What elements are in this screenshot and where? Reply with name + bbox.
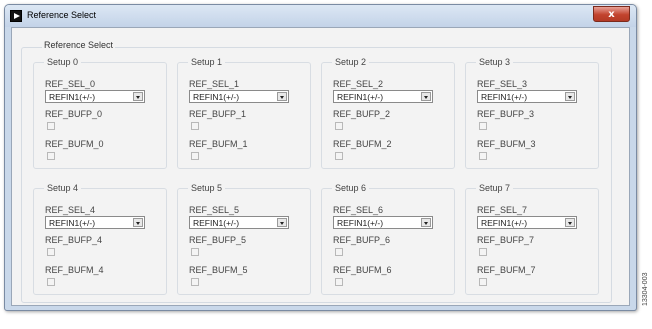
ref-sel-label: REF_SEL_4 — [45, 205, 96, 215]
ref-bufm-label: REF_BUFM_5 — [189, 265, 248, 275]
group-label: Reference Select — [42, 40, 116, 50]
ref-bufp-checkbox[interactable] — [47, 122, 55, 130]
setup-group-2: Setup 2 REF_SEL_2 REFIN1(+/-) REF_BUFP_2… — [321, 57, 455, 169]
ref-bufm-checkbox[interactable] — [479, 278, 487, 286]
ref-sel-value: REFIN1(+/-) — [49, 92, 96, 102]
ref-sel-dropdown[interactable]: REFIN1(+/-) — [189, 216, 289, 229]
ref-bufp-checkbox[interactable] — [335, 122, 343, 130]
ref-bufm-checkbox[interactable] — [335, 152, 343, 160]
setup-title: Setup 2 — [332, 57, 370, 67]
setup-group-7: Setup 7 REF_SEL_7 REFIN1(+/-) REF_BUFP_7… — [465, 183, 599, 295]
ref-sel-dropdown[interactable]: REFIN1(+/-) — [45, 90, 145, 103]
ref-bufm-checkbox[interactable] — [47, 278, 55, 286]
ref-bufp-label: REF_BUFP_2 — [333, 109, 391, 119]
ref-bufm-checkbox[interactable] — [191, 152, 199, 160]
ref-bufm-label: REF_BUFM_6 — [333, 265, 392, 275]
ref-sel-value: REFIN1(+/-) — [193, 92, 240, 102]
setup-group-1: Setup 1 REF_SEL_1 REFIN1(+/-) REF_BUFP_1… — [177, 57, 311, 169]
ref-bufm-checkbox[interactable] — [47, 152, 55, 160]
ref-bufm-label: REF_BUFM_3 — [477, 139, 536, 149]
setup-title: Setup 5 — [188, 183, 226, 193]
setup-group-6: Setup 6 REF_SEL_6 REFIN1(+/-) REF_BUFP_6… — [321, 183, 455, 295]
ref-bufp-checkbox[interactable] — [191, 122, 199, 130]
ref-bufp-label: REF_BUFP_4 — [45, 235, 103, 245]
chevron-down-icon[interactable] — [565, 218, 575, 227]
ref-sel-dropdown[interactable]: REFIN1(+/-) — [333, 216, 433, 229]
ref-sel-label: REF_SEL_0 — [45, 79, 96, 89]
ref-sel-dropdown[interactable]: REFIN1(+/-) — [333, 90, 433, 103]
chevron-down-icon[interactable] — [133, 92, 143, 101]
window-title: Reference Select — [27, 10, 97, 20]
setup-group-3: Setup 3 REF_SEL_3 REFIN1(+/-) REF_BUFP_3… — [465, 57, 599, 169]
ref-sel-value: REFIN1(+/-) — [481, 92, 528, 102]
ref-sel-label: REF_SEL_7 — [477, 205, 528, 215]
setup-title: Setup 7 — [476, 183, 514, 193]
figure-id: 13304-003 — [642, 272, 649, 306]
ref-bufm-checkbox[interactable] — [191, 278, 199, 286]
ref-sel-value: REFIN1(+/-) — [337, 218, 384, 228]
ref-sel-dropdown[interactable]: REFIN1(+/-) — [477, 216, 577, 229]
chevron-down-icon[interactable] — [421, 92, 431, 101]
ref-bufp-label: REF_BUFP_7 — [477, 235, 535, 245]
ref-bufm-label: REF_BUFM_2 — [333, 139, 392, 149]
reference-select-window: Reference Select x Reference Select Setu… — [4, 4, 637, 311]
ref-bufm-label: REF_BUFM_0 — [45, 139, 104, 149]
ref-bufm-label: REF_BUFM_7 — [477, 265, 536, 275]
chevron-down-icon[interactable] — [565, 92, 575, 101]
ref-bufm-label: REF_BUFM_4 — [45, 265, 104, 275]
setup-title: Setup 4 — [44, 183, 82, 193]
chevron-down-icon[interactable] — [277, 218, 287, 227]
ref-sel-label: REF_SEL_6 — [333, 205, 384, 215]
client-area: Reference Select Setup 0 REF_SEL_0 REFIN… — [11, 27, 630, 306]
ref-bufp-label: REF_BUFP_1 — [189, 109, 247, 119]
ref-bufp-checkbox[interactable] — [479, 122, 487, 130]
ref-sel-dropdown[interactable]: REFIN1(+/-) — [189, 90, 289, 103]
ref-sel-value: REFIN1(+/-) — [337, 92, 384, 102]
ref-bufp-checkbox[interactable] — [335, 248, 343, 256]
close-button[interactable]: x — [593, 6, 630, 22]
ref-sel-value: REFIN1(+/-) — [481, 218, 528, 228]
setup-group-0: Setup 0 REF_SEL_0 REFIN1(+/-) REF_BUFP_0… — [33, 57, 167, 169]
setup-title: Setup 6 — [332, 183, 370, 193]
chevron-down-icon[interactable] — [277, 92, 287, 101]
ref-sel-value: REFIN1(+/-) — [193, 218, 240, 228]
ref-bufm-checkbox[interactable] — [479, 152, 487, 160]
ref-bufp-checkbox[interactable] — [191, 248, 199, 256]
ref-bufp-label: REF_BUFP_5 — [189, 235, 247, 245]
ref-sel-label: REF_SEL_1 — [189, 79, 240, 89]
setup-title: Setup 0 — [44, 57, 82, 67]
ref-bufp-label: REF_BUFP_0 — [45, 109, 103, 119]
ref-bufp-label: REF_BUFP_6 — [333, 235, 391, 245]
title-bar[interactable]: Reference Select x — [5, 5, 636, 27]
chevron-down-icon[interactable] — [421, 218, 431, 227]
ref-sel-value: REFIN1(+/-) — [49, 218, 96, 228]
ref-sel-label: REF_SEL_2 — [333, 79, 384, 89]
setup-title: Setup 1 — [188, 57, 226, 67]
ref-bufp-checkbox[interactable] — [47, 248, 55, 256]
setup-title: Setup 3 — [476, 57, 514, 67]
ref-sel-dropdown[interactable]: REFIN1(+/-) — [45, 216, 145, 229]
ref-bufp-label: REF_BUFP_3 — [477, 109, 535, 119]
chevron-down-icon[interactable] — [133, 218, 143, 227]
app-logo-icon — [10, 10, 22, 22]
ref-sel-label: REF_SEL_3 — [477, 79, 528, 89]
ref-sel-label: REF_SEL_5 — [189, 205, 240, 215]
setup-group-4: Setup 4 REF_SEL_4 REFIN1(+/-) REF_BUFP_4… — [33, 183, 167, 295]
ref-bufm-checkbox[interactable] — [335, 278, 343, 286]
ref-sel-dropdown[interactable]: REFIN1(+/-) — [477, 90, 577, 103]
setup-group-5: Setup 5 REF_SEL_5 REFIN1(+/-) REF_BUFP_5… — [177, 183, 311, 295]
ref-bufm-label: REF_BUFM_1 — [189, 139, 248, 149]
ref-bufp-checkbox[interactable] — [479, 248, 487, 256]
